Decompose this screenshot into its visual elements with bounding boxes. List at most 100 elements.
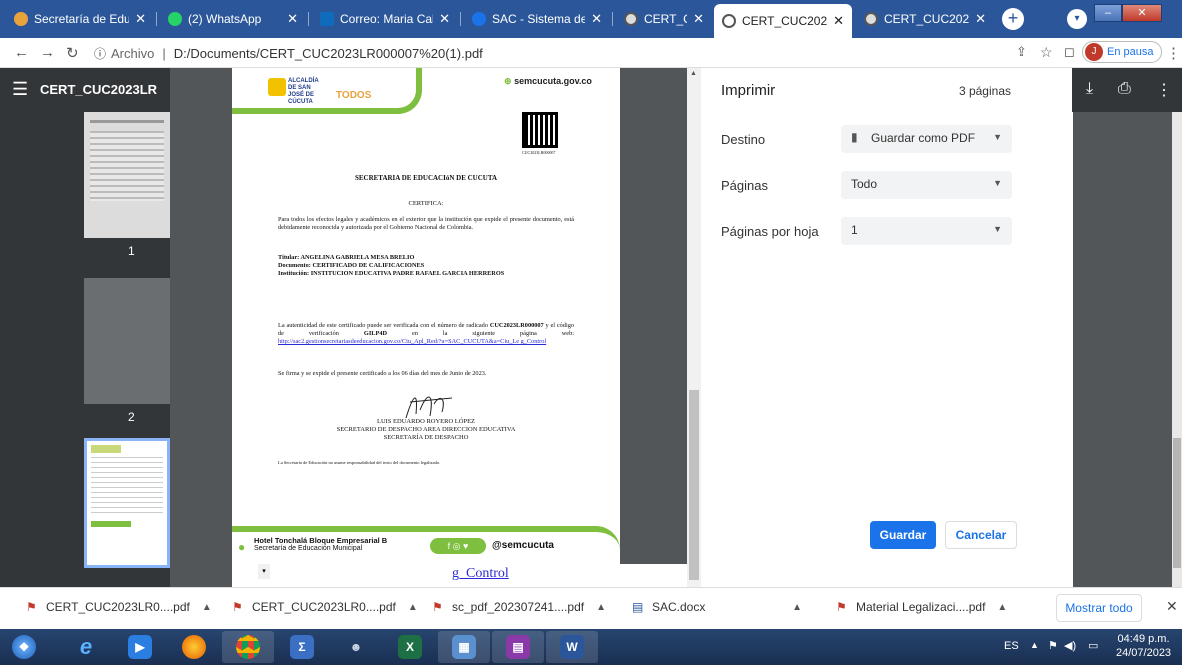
close-icon[interactable]: ✕ — [975, 11, 986, 27]
share-icon[interactable]: ⇪ — [1016, 44, 1027, 60]
download-item[interactable]: ⚑ Material Legalizaci....pdf ▲ — [836, 600, 1007, 614]
flag-icon[interactable]: ⚑ — [1048, 639, 1058, 652]
tab-label: CERT_CUC2023LR — [884, 12, 970, 26]
paginas-label: Páginas — [721, 178, 768, 193]
save-button[interactable]: Guardar — [870, 521, 936, 549]
overflow-link-text[interactable]: g_Control — [452, 566, 509, 582]
tab-secretaria[interactable]: Secretaría de Educ ✕ — [6, 6, 154, 32]
download-icon[interactable]: ⤓ — [1086, 80, 1093, 98]
tab-sac[interactable]: SAC - Sistema de ✕ — [464, 6, 610, 32]
tab-label: CERT_CUC2023LR — [742, 14, 828, 28]
tab-cert-3[interactable]: CERT_CUC2023LR ✕ — [856, 6, 994, 32]
print-title: Imprimir — [721, 82, 776, 99]
profile-button[interactable]: J En pausa — [1082, 41, 1163, 63]
cancel-button[interactable]: Cancelar — [945, 521, 1017, 549]
chevron-up-icon[interactable]: ▲ — [997, 602, 1007, 613]
download-item[interactable]: ▤ SAC.docx ▲ — [632, 600, 802, 614]
logo-text: ALCALDÍA DE SAN JOSÉ DE CÚCUTA — [288, 78, 319, 105]
page-scroll-down-icon[interactable]: ▾ — [258, 564, 270, 579]
close-icon[interactable]: ✕ — [135, 11, 146, 27]
chevron-up-icon[interactable]: ▲ — [596, 602, 606, 613]
close-icon[interactable]: ✕ — [439, 11, 450, 27]
tab-cert-2-active[interactable]: CERT_CUC2023LR ✕ — [714, 4, 852, 38]
back-icon[interactable]: ← — [14, 44, 29, 61]
todos-logo: TODOS — [336, 90, 372, 101]
tab-search-icon[interactable]: ▾ — [1067, 9, 1087, 29]
signer-role: SECRETARIO DE DESPACHO AREA DIRECCION ED… — [336, 426, 516, 433]
chrome-icon[interactable] — [222, 631, 274, 663]
chevron-down-icon: ▼ — [993, 224, 1002, 234]
destino-select[interactable]: ▮ Guardar como PDF ▼ — [841, 125, 1012, 153]
location-pin-icon: ● — [238, 540, 246, 554]
sidepanel-icon[interactable]: ◻ — [1064, 44, 1075, 60]
media-player-icon[interactable]: ▶ — [114, 631, 166, 663]
expedicion-line: Se firma y se expide el presente certifi… — [278, 370, 487, 377]
preview-scrollbar[interactable]: ▲ — [687, 68, 701, 587]
more-vert-icon[interactable]: ⋮ — [1156, 80, 1172, 100]
viewer-scrollbar[interactable] — [1172, 112, 1182, 587]
pdf-file-icon: ⚑ — [232, 600, 243, 614]
close-icon[interactable]: ✕ — [693, 11, 704, 27]
print-panel: Imprimir 3 páginas Destino ▮ Guardar com… — [701, 68, 1073, 587]
print-icon[interactable]: ⎙ — [1118, 80, 1131, 98]
paginas-por-hoja-label: Páginas por hoja — [721, 224, 819, 239]
download-item[interactable]: ⚑ CERT_CUC2023LR0....pdf ▲ — [26, 600, 212, 614]
new-tab-button[interactable]: + — [1002, 8, 1024, 30]
tab-cert-1[interactable]: CERT_CUC2023LR ✕ — [616, 6, 712, 32]
show-all-button[interactable]: Mostrar todo — [1056, 594, 1142, 622]
word-icon[interactable]: W — [546, 631, 598, 663]
thumbnail-page-2[interactable] — [84, 278, 170, 404]
thumbnail-page-3-selected[interactable] — [84, 438, 170, 568]
paginas-por-hoja-select[interactable]: 1 ▼ — [841, 217, 1012, 245]
scrollbar-thumb[interactable] — [689, 390, 699, 580]
menu-dots-icon[interactable]: ⋮ — [1166, 44, 1181, 62]
institucion-line: Institución: INSTITUCION EDUCATIVA PADRE… — [278, 270, 505, 277]
network-icon[interactable]: ▭ — [1088, 639, 1098, 652]
sac-icon — [472, 12, 486, 26]
chevron-down-icon: ▼ — [993, 132, 1002, 142]
excel-icon[interactable]: X — [384, 631, 436, 663]
scrollbar-thumb[interactable] — [1173, 438, 1181, 568]
chevron-up-icon[interactable]: ▲ — [792, 602, 802, 613]
control-panel-icon[interactable]: ▦ — [438, 631, 490, 663]
verification-link[interactable]: http://sac2.gestionsecretariasdeeducacio… — [278, 338, 546, 345]
certifica-label: CERTIFICA: — [408, 200, 444, 207]
qr-label: CUC2023LR000007 — [522, 150, 556, 155]
pdf-page: ALCALDÍA DE SAN JOSÉ DE CÚCUTA TODOS ⊕ s… — [232, 68, 620, 587]
tab-correo[interactable]: Correo: Maria Cale ✕ — [312, 6, 458, 32]
start-button[interactable]: ❖ — [6, 631, 42, 663]
close-icon[interactable]: ✕ — [1166, 598, 1178, 615]
close-icon[interactable]: ✕ — [591, 11, 602, 27]
close-icon[interactable]: ✕ — [833, 13, 844, 29]
paginas-select[interactable]: Todo ▼ — [841, 171, 1012, 199]
hamburger-icon[interactable]: ☰ — [12, 79, 28, 100]
winrar-icon[interactable]: ▤ — [492, 631, 544, 663]
download-item[interactable]: ⚑ sc_pdf_202307241....pdf ▲ — [432, 600, 606, 614]
window-close-button[interactable]: ✕ — [1122, 4, 1162, 22]
whatsapp-icon — [168, 12, 182, 26]
tab-whatsapp[interactable]: (2) WhatsApp ✕ — [160, 6, 306, 32]
bookmark-star-icon[interactable]: ☆ — [1040, 44, 1053, 61]
minimize-button[interactable]: – — [1094, 4, 1122, 22]
url-field[interactable]: ⓘ Archivo | D:/Documents/CERT_CUC2023LR0… — [94, 42, 483, 64]
volume-icon[interactable]: ◀) — [1064, 639, 1076, 652]
clock[interactable]: 04:49 p.m. 24/07/2023 — [1116, 632, 1171, 660]
app-icon[interactable]: Σ — [276, 631, 328, 663]
forward-icon[interactable]: → — [40, 44, 55, 61]
footer-place: Hotel Tonchalá Bloque Empresarial B — [254, 536, 388, 545]
scroll-up-icon[interactable]: ▲ — [690, 70, 697, 77]
site-url: ⊕ semcucuta.gov.co — [504, 76, 592, 86]
paragraph-legal: Para todos los efectos legales y académi… — [278, 216, 574, 231]
outlook-icon — [320, 12, 334, 26]
close-icon[interactable]: ✕ — [287, 11, 298, 27]
tray-expand-icon[interactable]: ▲ — [1030, 640, 1039, 650]
firefox-icon[interactable] — [168, 631, 220, 663]
thumbnail-page-1[interactable] — [84, 112, 170, 238]
download-item[interactable]: ⚑ CERT_CUC2023LR0....pdf ▲ — [232, 600, 418, 614]
chevron-up-icon[interactable]: ▲ — [408, 602, 418, 613]
reload-icon[interactable]: ↻ — [66, 44, 79, 62]
chevron-up-icon[interactable]: ▲ — [202, 602, 212, 613]
ie-icon[interactable]: e — [60, 631, 112, 663]
users-icon[interactable]: ☻ — [330, 631, 382, 663]
language-indicator[interactable]: ES — [1004, 640, 1019, 652]
